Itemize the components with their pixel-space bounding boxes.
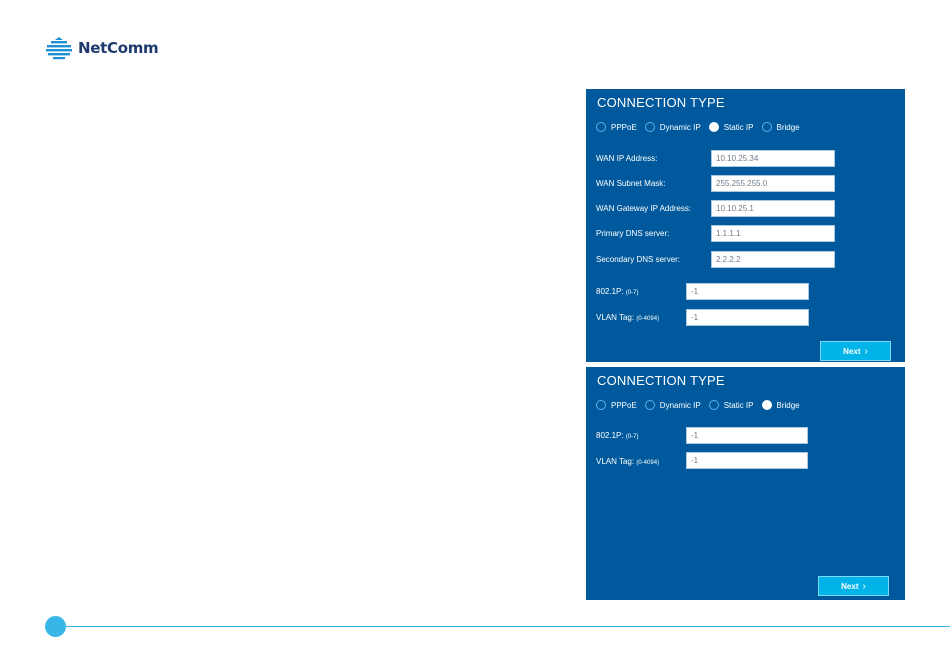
primary-dns-label: Primary DNS server: [596,229,670,238]
radio-label: PPPoE [611,122,637,132]
p8021-input[interactable]: -1 [686,283,809,300]
primary-dns-input[interactable]: 1.1.1.1 [711,225,835,242]
secondary-dns-input[interactable]: 2.2.2.2 [711,251,835,268]
radio-pppoe[interactable]: PPPoE [596,122,637,132]
netcomm-logo: NetComm [44,35,159,61]
wan-subnet-mask-input[interactable]: 255.255.255.0 [711,175,835,192]
radio-circle-icon [644,122,655,132]
connection-type-panel-bridge: CONNECTION TYPE PPPoE Dynamic IP Static … [586,367,905,600]
radio-static-ip[interactable]: Static IP [708,122,754,132]
radio-label: Bridge [776,122,800,132]
radio-selected-icon [708,122,719,132]
footer-divider [58,626,950,627]
connection-type-radio-group: PPPoE Dynamic IP Static IP Bridge [596,122,808,132]
radio-circle-icon [708,400,719,410]
p8021-label: 802.1P: (0-7) [596,431,639,440]
radio-pppoe[interactable]: PPPoE [596,400,637,410]
radio-selected-icon [761,400,772,410]
wan-ip-label: WAN IP Address: [596,154,658,163]
wan-subnet-mask-label: WAN Subnet Mask: [596,179,666,188]
radio-label: Bridge [776,400,800,410]
radio-label: Dynamic IP [659,400,701,410]
radio-circle-icon [596,122,606,132]
brand-name: NetComm [78,39,159,57]
netcomm-globe-icon [46,37,72,60]
radio-circle-icon [596,400,606,410]
page-marker-dot [45,616,66,637]
radio-bridge[interactable]: Bridge [761,122,800,132]
wan-ip-input[interactable]: 10.10.25.34 [711,150,835,167]
wan-gateway-label: WAN Gateway IP Address: [596,204,692,213]
vlan-tag-input[interactable]: -1 [686,309,809,326]
radio-dynamic-ip[interactable]: Dynamic IP [644,122,701,132]
p8021-label: 802.1P: (0-7) [596,287,639,296]
radio-label: PPPoE [611,400,637,410]
radio-circle-icon [761,122,772,132]
secondary-dns-label: Secondary DNS server: [596,255,681,264]
p8021-input[interactable]: -1 [686,427,808,444]
panel-title: CONNECTION TYPE [597,373,725,388]
radio-label: Static IP [723,400,754,410]
next-button[interactable]: Next › [820,341,891,361]
connection-type-radio-group: PPPoE Dynamic IP Static IP Bridge [596,400,808,410]
radio-label: Dynamic IP [659,122,701,132]
radio-label: Static IP [723,122,754,132]
radio-circle-icon [644,400,655,410]
next-label: Next [843,346,861,356]
next-button[interactable]: Next › [818,576,889,596]
chevron-right-icon: › [864,345,868,357]
vlan-tag-label: VLAN Tag: (0-4094) [596,313,660,322]
radio-bridge[interactable]: Bridge [761,400,800,410]
radio-static-ip[interactable]: Static IP [708,400,754,410]
connection-type-panel-static: CONNECTION TYPE PPPoE Dynamic IP Static … [586,89,905,362]
radio-dynamic-ip[interactable]: Dynamic IP [644,400,701,410]
wan-gateway-input[interactable]: 10.10.25.1 [711,200,835,217]
chevron-right-icon: › [862,580,866,592]
next-label: Next [841,581,859,591]
vlan-tag-input[interactable]: -1 [686,452,808,469]
vlan-tag-label: VLAN Tag: (0-4094) [596,457,660,466]
panel-title: CONNECTION TYPE [597,95,725,110]
